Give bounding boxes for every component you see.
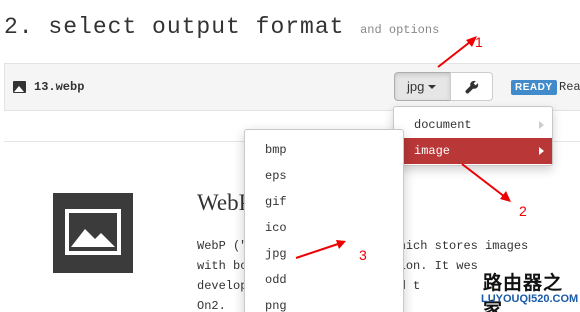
- watermark-text-en: LUYOUQI520.COM: [481, 293, 579, 305]
- watermark-logo: 路由器之家 LUYOUQI520.COM: [479, 268, 580, 312]
- annotation-label: 3: [359, 247, 367, 263]
- annotation-label: 2: [519, 203, 527, 219]
- annotation-label: 1: [475, 34, 483, 50]
- annotation-arrows: [295, 36, 511, 259]
- watermark-text-cn: 路由器之家: [483, 272, 564, 312]
